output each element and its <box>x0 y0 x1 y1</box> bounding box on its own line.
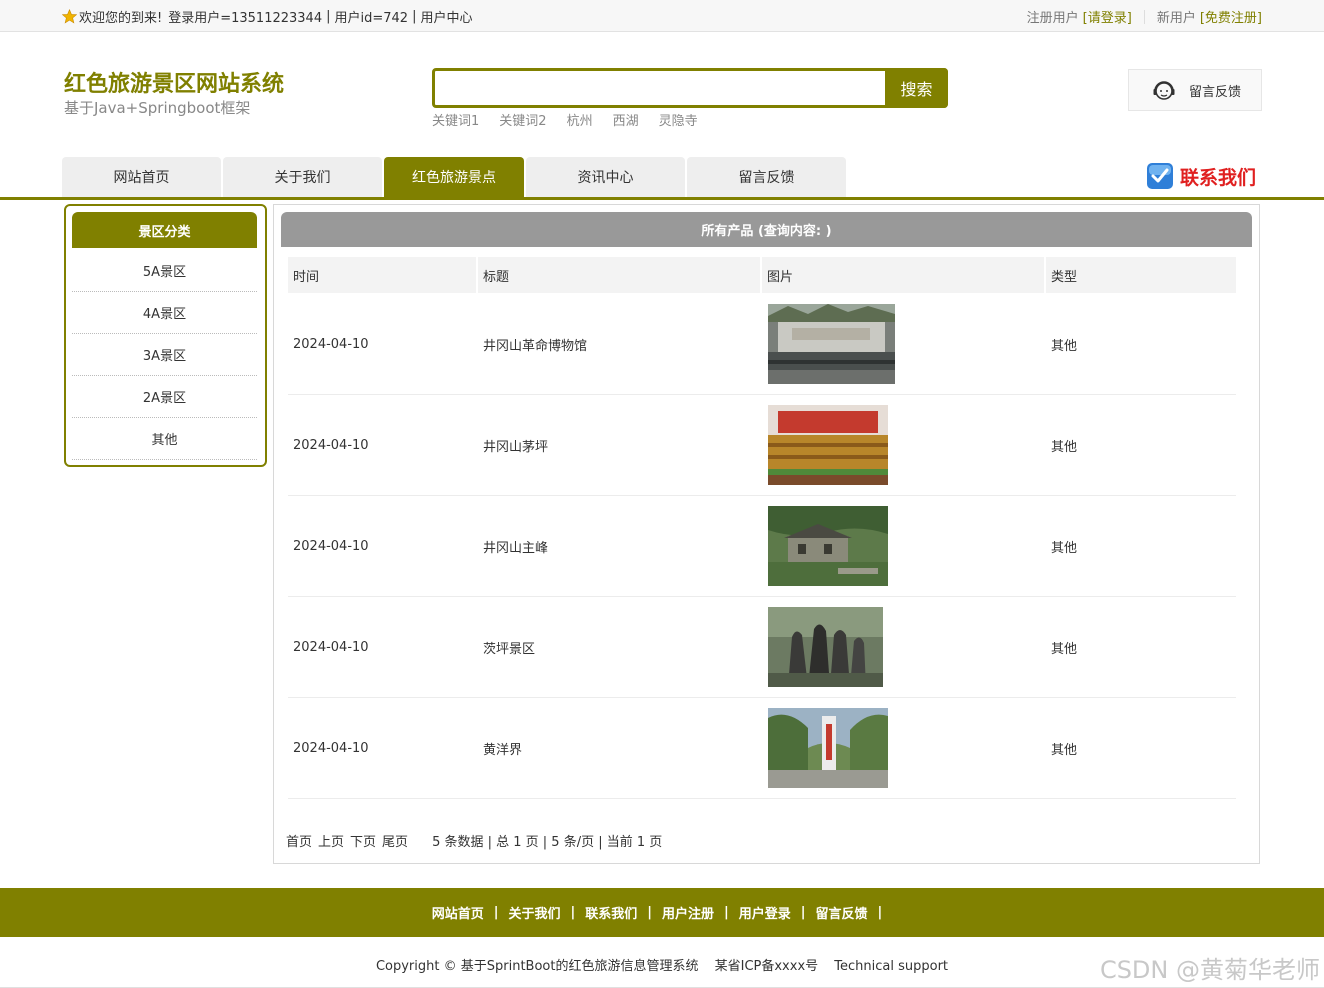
sidebar-item-4a[interactable]: 4A景区 <box>72 292 257 334</box>
row-date: 2024-04-10 <box>293 639 369 655</box>
row-date: 2024-04-10 <box>293 538 369 554</box>
user-id-text: 用户id=742 <box>334 11 409 26</box>
product-panel: 所有产品 (查询内容: ) 时间 标题 图片 类型 2024-04-10 井冈山… <box>273 204 1260 864</box>
row-image[interactable] <box>768 395 888 495</box>
login-link[interactable]: [请登录] <box>1083 7 1132 26</box>
pager-summary: 5 条数据 | 总 1 页 | 5 条/页 | 当前 1 页 <box>432 835 663 850</box>
sidebar-title: 景区分类 <box>72 212 257 248</box>
column-header-title: 标题 <box>478 257 760 293</box>
site-subtitle: 基于Java+Springboot框架 <box>64 99 251 117</box>
feedback-label: 留言反馈 <box>1189 84 1242 100</box>
row-title[interactable]: 茨坪景区 <box>483 597 535 697</box>
main-peak-thumbnail[interactable] <box>768 506 888 586</box>
nav-tab-feedback[interactable]: 留言反馈 <box>687 157 846 197</box>
feedback-button[interactable]: 留言反馈 <box>1128 69 1262 111</box>
welcome-text: 欢迎您的到来! <box>79 11 163 26</box>
headset-icon <box>1153 81 1175 100</box>
login-user-text: 登录用户=13511223344 <box>168 11 323 26</box>
registered-user-label: 注册用户 <box>1026 11 1079 26</box>
footer-nav: 网站首页 | 关于我们 | 联系我们 | 用户注册 | 用户登录 | 留言反馈 | <box>0 888 1324 937</box>
maoping-thumbnail[interactable] <box>768 405 888 485</box>
pager-first[interactable]: 首页 <box>286 831 312 850</box>
row-type: 其他 <box>1051 439 1078 455</box>
row-title[interactable]: 井冈山茅坪 <box>483 395 548 495</box>
account-links: 注册用户 [请登录] 新用户 [免费注册] <box>1027 7 1262 26</box>
footer-link-home[interactable]: 网站首页 <box>432 903 484 922</box>
pager-next[interactable]: 下页 <box>350 831 376 850</box>
pager-last[interactable]: 尾页 <box>382 831 408 850</box>
row-date: 2024-04-10 <box>293 437 369 453</box>
nav-tab-about[interactable]: 关于我们 <box>223 157 382 197</box>
icp-text: 某省ICP备xxxx号 <box>714 959 819 974</box>
column-header-time: 时间 <box>288 257 476 293</box>
sidebar-item-other[interactable]: 其他 <box>72 418 257 460</box>
divider <box>1143 9 1145 24</box>
welcome-area: 欢迎您的到来! 登录用户=13511223344 | 用户id=742 | 用户… <box>62 7 472 26</box>
nav-tab-home[interactable]: 网站首页 <box>62 157 221 197</box>
huangyangjie-thumbnail[interactable] <box>768 708 888 788</box>
keyword-link[interactable]: 灵隐寺 <box>659 110 698 129</box>
watermark: CSDN @黄菊华老师 <box>1099 956 1320 984</box>
table-row: 2024-04-10 茨坪景区 其他 <box>288 597 1236 698</box>
contact-us-button[interactable]: 联系我们 <box>1146 162 1256 190</box>
row-date: 2024-04-10 <box>293 336 369 352</box>
keyword-link[interactable]: 杭州 <box>567 110 593 129</box>
table-row: 2024-04-10 井冈山革命博物馆 其他 <box>288 294 1236 395</box>
user-center-link[interactable]: 用户中心 <box>420 7 472 26</box>
register-link[interactable]: [免费注册] <box>1200 7 1262 26</box>
sidebar-item-3a[interactable]: 3A景区 <box>72 334 257 376</box>
table-row: 2024-04-10 井冈山主峰 其他 <box>288 496 1236 597</box>
row-type: 其他 <box>1051 540 1078 556</box>
search-box: 搜索 <box>432 68 948 108</box>
nav-tab-red-tourism[interactable]: 红色旅游景点 <box>384 157 524 197</box>
star-icon <box>62 9 77 24</box>
category-sidebar: 景区分类 5A景区 4A景区 3A景区 2A景区 其他 <box>64 204 267 467</box>
copyright-text: Copyright © 基于SprintBoot的红色旅游信息管理系统 <box>375 959 699 974</box>
column-header-type: 类型 <box>1046 257 1236 293</box>
table-row: 2024-04-10 黄洋界 其他 <box>288 698 1236 799</box>
footer-link-about[interactable]: 关于我们 <box>508 903 560 922</box>
ciping-thumbnail[interactable] <box>768 607 883 687</box>
search-button[interactable]: 搜索 <box>885 68 948 108</box>
table-row: 2024-04-10 井冈山茅坪 其他 <box>288 395 1236 496</box>
pagination: 首页 上页 下页 尾页 5 条数据 | 总 1 页 | 5 条/页 | 当前 1… <box>286 831 662 850</box>
contact-us-label: 联系我们 <box>1180 166 1257 189</box>
hot-keywords: 关键词1 关键词2 杭州 西湖 灵隐寺 <box>432 110 698 129</box>
row-type: 其他 <box>1051 641 1078 657</box>
row-type: 其他 <box>1051 742 1078 758</box>
panel-title: 所有产品 (查询内容: ) <box>281 212 1252 247</box>
footer-link-login[interactable]: 用户登录 <box>739 903 791 922</box>
column-header-image: 图片 <box>762 257 1044 293</box>
keyword-link[interactable]: 西湖 <box>613 110 639 129</box>
row-title[interactable]: 井冈山主峰 <box>483 496 548 596</box>
footer-link-register[interactable]: 用户注册 <box>662 903 714 922</box>
search-input[interactable] <box>435 71 887 105</box>
top-bar: 欢迎您的到来! 登录用户=13511223344 | 用户id=742 | 用户… <box>0 0 1324 32</box>
footer-link-contact[interactable]: 联系我们 <box>585 903 637 922</box>
sidebar-item-5a[interactable]: 5A景区 <box>72 250 257 292</box>
row-type: 其他 <box>1051 338 1078 354</box>
site-title[interactable]: 红色旅游景区网站系统 <box>64 66 284 98</box>
pager-prev[interactable]: 上页 <box>318 831 344 850</box>
sidebar-item-2a[interactable]: 2A景区 <box>72 376 257 418</box>
new-user-label: 新用户 <box>1156 11 1196 26</box>
nav-underline <box>0 197 1324 200</box>
footer-link-feedback[interactable]: 留言反馈 <box>816 903 868 922</box>
keyword-link[interactable]: 关键词1 <box>432 110 479 129</box>
row-title[interactable]: 井冈山革命博物馆 <box>483 294 587 394</box>
main-nav: 网站首页 关于我们 红色旅游景点 资讯中心 留言反馈 <box>62 157 848 197</box>
row-image[interactable] <box>768 294 895 394</box>
row-image[interactable] <box>768 698 888 798</box>
nav-tab-news[interactable]: 资讯中心 <box>526 157 685 197</box>
museum-thumbnail[interactable] <box>768 304 895 384</box>
row-image[interactable] <box>768 496 888 596</box>
support-text: Technical support <box>834 959 949 974</box>
phone-check-icon <box>1147 163 1173 189</box>
row-image[interactable] <box>768 597 883 697</box>
row-title[interactable]: 黄洋界 <box>483 698 522 798</box>
keyword-link[interactable]: 关键词2 <box>499 110 546 129</box>
row-date: 2024-04-10 <box>293 740 369 756</box>
